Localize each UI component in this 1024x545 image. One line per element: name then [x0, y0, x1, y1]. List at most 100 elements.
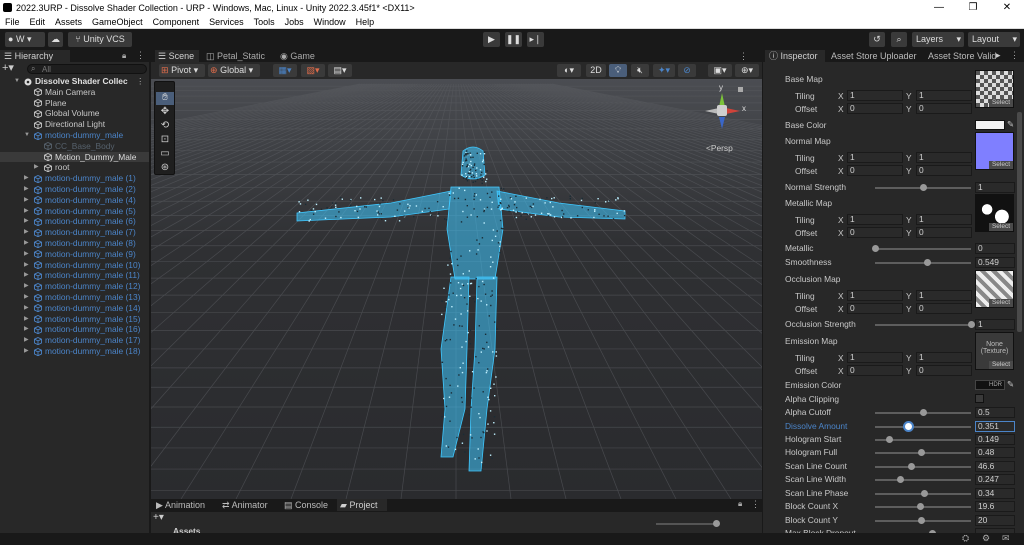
offset-x-field[interactable]: 0 — [847, 365, 903, 376]
slider-knob-scan-line-phase[interactable] — [921, 490, 929, 497]
hierarchy-row[interactable]: ▼ Dissolve Shader Collec ⋮ — [0, 76, 149, 87]
offset-y-field[interactable]: 0 — [916, 103, 972, 114]
increment-snap-button[interactable]: ▧▾ — [301, 64, 325, 77]
slider-track-metallic[interactable] — [875, 248, 971, 250]
texture-select-button[interactable]: Select — [989, 99, 1013, 107]
slider-value-hologram-start[interactable]: 0.149 — [975, 434, 1015, 445]
collapse-arrow-icon[interactable]: ▶ — [24, 195, 29, 206]
tab-project[interactable]: ▰ Project — [337, 499, 387, 511]
slider-knob-dissolve-amount[interactable] — [905, 423, 913, 430]
lock-icon[interactable]: 🔒︎ — [738, 499, 742, 509]
search-icon[interactable]: ⌕ — [891, 32, 907, 47]
hierarchy-row[interactable]: ▶ motion-dummy_male (6) — [0, 216, 149, 227]
hierarchy-row[interactable]: ▶ motion-dummy_male (8) — [0, 238, 149, 249]
menu-edit[interactable]: Edit — [25, 17, 51, 27]
inspector-scrollbar[interactable] — [1017, 112, 1022, 332]
slider-knob-block-count-x[interactable] — [916, 503, 924, 510]
layers-dropdown[interactable]: Layers ▾ — [912, 32, 964, 47]
collapse-arrow-icon[interactable]: ▶ — [24, 206, 29, 217]
hierarchy-search-input[interactable]: ⌕ All — [27, 64, 147, 74]
asset-zoom-slider[interactable] — [656, 523, 716, 525]
audio-toggle-icon[interactable]: 🔇︎ — [631, 64, 649, 77]
create-asset-button[interactable]: +▾ — [153, 513, 173, 523]
slider-value-occlusion-strength[interactable]: 1 — [975, 319, 1015, 330]
alpha-clipping-checkbox[interactable] — [975, 394, 984, 403]
step-button[interactable]: ▸❘ — [527, 32, 544, 47]
slider-value-scan-line-phase[interactable]: 0.34 — [975, 488, 1015, 499]
tiling-y-field[interactable]: 1 — [916, 352, 972, 363]
tiling-y-field[interactable]: 1 — [916, 214, 972, 225]
emission-color-swatch[interactable]: HDR — [975, 380, 1005, 390]
slider-value-dissolve-amount[interactable]: 0.351 — [975, 421, 1015, 432]
hierarchy-row[interactable]: ▶ motion-dummy_male (15) — [0, 314, 149, 325]
texture-select-button[interactable]: Select — [989, 223, 1013, 231]
hierarchy-row[interactable]: Main Camera — [0, 87, 149, 98]
align-button[interactable]: ▤▾ — [328, 64, 352, 77]
hierarchy-row[interactable]: Motion_Dummy_Male — [0, 151, 149, 163]
play-button[interactable]: ▶ — [483, 32, 500, 47]
menu-gameobject[interactable]: GameObject — [87, 17, 148, 27]
offset-x-field[interactable]: 0 — [847, 227, 903, 238]
hidden-objects-icon[interactable]: ⊘ — [678, 64, 696, 77]
cloud-icon[interactable]: ☁ — [48, 32, 63, 47]
effects-dropdown[interactable]: ✦▾ — [653, 64, 675, 77]
menu-file[interactable]: File — [0, 17, 25, 27]
grid-snap-button[interactable]: ▦▾ — [273, 64, 297, 77]
slider-track-smoothness[interactable] — [875, 262, 971, 264]
offset-x-field[interactable]: 0 — [847, 303, 903, 314]
hierarchy-row[interactable]: Directional Light — [0, 119, 149, 130]
hand-tool-icon[interactable]: ✋︎ — [156, 92, 174, 105]
kebab-menu-icon[interactable]: ⋮ — [136, 50, 145, 61]
kebab-menu-icon[interactable]: ⋮ — [136, 76, 144, 87]
global-dropdown[interactable]: ⊕ Global ▾ — [208, 64, 260, 77]
tiling-y-field[interactable]: 1 — [916, 290, 972, 301]
texture-thumbnail[interactable]: Select — [975, 70, 1014, 108]
collapse-arrow-icon[interactable]: ▶ — [24, 184, 29, 195]
tiling-y-field[interactable]: 1 — [916, 90, 972, 101]
tiling-x-field[interactable]: 1 — [847, 290, 903, 301]
hierarchy-row[interactable]: CC_Base_Body — [0, 141, 149, 152]
gizmo-z-axis[interactable] — [719, 117, 725, 129]
slider-track-scan-line-width[interactable] — [875, 479, 971, 481]
offset-x-field[interactable]: 0 — [847, 165, 903, 176]
slider-value-scan-line-count[interactable]: 46.6 — [975, 461, 1015, 472]
expand-arrow-icon[interactable]: ▼ — [24, 130, 30, 141]
slider-value-normal-strength[interactable]: 1 — [975, 182, 1015, 193]
eyedropper-icon[interactable]: ✎ — [1007, 379, 1014, 389]
hierarchy-row[interactable]: ▶ motion-dummy_male (10) — [0, 260, 149, 271]
debug-icon[interactable]: ⚙ — [982, 533, 990, 544]
texture-thumbnail[interactable]: Select — [975, 132, 1014, 170]
eyedropper-icon[interactable]: ✎ — [1007, 119, 1014, 129]
collapse-arrow-icon[interactable]: ▶ — [24, 260, 29, 271]
menu-jobs[interactable]: Jobs — [280, 17, 309, 27]
tab-animation[interactable]: ▶ Animation — [153, 499, 213, 511]
pause-button[interactable]: ❚❚ — [505, 32, 522, 47]
slider-value-block-count-x[interactable]: 19.6 — [975, 501, 1015, 512]
slider-knob-hologram-start[interactable] — [885, 436, 893, 443]
texture-select-button[interactable]: Select — [989, 361, 1013, 369]
texture-thumbnail[interactable]: Select — [975, 270, 1014, 308]
kebab-menu-icon[interactable]: ⋮ — [1010, 50, 1019, 61]
hierarchy-row[interactable]: ▶ motion-dummy_male (12) — [0, 281, 149, 292]
slider-track-scan-line-count[interactable] — [875, 466, 971, 468]
tiling-y-field[interactable]: 1 — [916, 152, 972, 163]
hierarchy-row[interactable]: ▶ root — [0, 162, 149, 173]
slider-value-hologram-full[interactable]: 0.48 — [975, 447, 1015, 458]
hierarchy-row[interactable]: ▶ motion-dummy_male (16) — [0, 324, 149, 335]
tab-asset-store-validator[interactable]: Asset Store Valid — [926, 50, 998, 62]
collapse-arrow-icon[interactable]: ▶ — [24, 227, 29, 238]
hierarchy-row[interactable]: ▶ motion-dummy_male (7) — [0, 227, 149, 238]
collapse-arrow-icon[interactable]: ▶ — [24, 324, 29, 335]
collapse-arrow-icon[interactable]: ▶ — [24, 335, 29, 346]
menu-component[interactable]: Component — [148, 17, 205, 27]
tab-scene[interactable]: ☰ Scene — [155, 50, 199, 62]
base-color-swatch[interactable] — [975, 120, 1005, 130]
hierarchy-row[interactable]: Global Volume — [0, 108, 149, 119]
hierarchy-row[interactable]: ▶ motion-dummy_male (18) — [0, 346, 149, 357]
tiling-x-field[interactable]: 1 — [847, 90, 903, 101]
kebab-menu-icon[interactable]: ⋮ — [739, 51, 748, 62]
offset-y-field[interactable]: 0 — [916, 227, 972, 238]
slider-knob-scan-line-count[interactable] — [907, 463, 915, 470]
slider-knob-occlusion-strength[interactable] — [967, 321, 975, 328]
progress-icon[interactable]: ⛭ — [962, 533, 969, 544]
